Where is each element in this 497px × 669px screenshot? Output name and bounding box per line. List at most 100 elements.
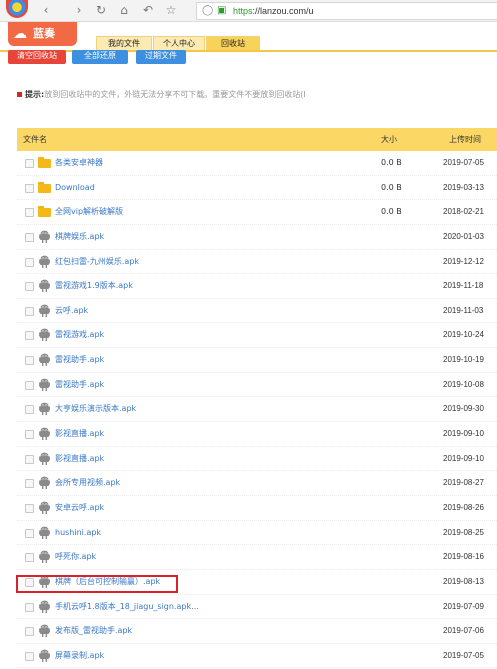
file-name-link[interactable]: 棋牌娱乐.apk	[55, 225, 104, 249]
file-name-link[interactable]: 发布版_雷视助手.apk	[55, 619, 132, 643]
star-icon[interactable]: ☆	[164, 3, 178, 17]
table-row[interactable]: 雷视助手.apk 2019-10-19	[17, 348, 497, 373]
row-checkbox[interactable]	[25, 553, 34, 563]
android-icon	[39, 624, 50, 638]
upload-date: 2019-07-09	[443, 601, 484, 611]
android-icon	[39, 452, 50, 465]
row-checkbox[interactable]	[25, 454, 34, 464]
cloud-icon: ☁	[13, 26, 27, 42]
file-name-link[interactable]: 雷视游戏1.9版本.apk	[55, 274, 133, 298]
android-icon	[39, 230, 50, 243]
row-checkbox[interactable]	[25, 356, 34, 366]
expired-files-button[interactable]: 过期文件	[136, 50, 186, 64]
file-name-link[interactable]: 安卓云呼.apk	[55, 496, 104, 520]
table-row[interactable]: 全网vip解析破解版 0.0 B 2018-02-21	[17, 200, 497, 225]
table-row[interactable]: 手机云呼1.8版本_18_jiagu_sign.apk... 2019-07-09	[17, 595, 497, 620]
row-checkbox[interactable]	[25, 405, 34, 415]
android-icon	[39, 353, 50, 367]
address-bar[interactable]: ◯ ▣ https://lanzou.com/u	[196, 2, 497, 20]
upload-date: 2019-03-13	[443, 182, 484, 192]
row-checkbox[interactable]	[25, 208, 34, 218]
file-name-link[interactable]: 云呼.apk	[55, 299, 88, 323]
table-row[interactable]: 影视直播.apk 2019-09-10	[17, 447, 497, 472]
folder-icon	[38, 156, 51, 169]
row-checkbox[interactable]	[25, 232, 34, 242]
file-name-link[interactable]: 手机云呼1.8版本_18_jiagu_sign.apk...	[55, 595, 199, 619]
refresh-icon[interactable]: ↻	[94, 3, 108, 17]
file-name-link[interactable]: 雷视助手.apk	[55, 373, 104, 397]
upload-date: 2019-11-18	[443, 281, 484, 291]
column-header-name[interactable]: 文件名	[23, 128, 47, 151]
table-row[interactable]: 红包扫雷-九州娱乐.apk 2019-12-12	[17, 250, 497, 275]
home-icon[interactable]: ⌂	[117, 3, 131, 17]
row-checkbox[interactable]	[25, 183, 34, 193]
tip-marker-icon	[17, 92, 22, 97]
restore-all-button[interactable]: 全部还原	[72, 50, 128, 64]
file-name-link[interactable]: 会所专用视频.apk	[55, 471, 120, 495]
file-name-link[interactable]: 红包扫雷-九州娱乐.apk	[55, 250, 139, 274]
table-row[interactable]: 雷视游戏1.9版本.apk 2019-11-18	[17, 274, 497, 299]
table-row[interactable]: 安卓云呼.apk 2019-08-26	[17, 496, 497, 521]
column-header-size[interactable]: 大小	[381, 128, 397, 151]
row-checkbox[interactable]	[25, 627, 34, 637]
row-checkbox[interactable]	[25, 430, 34, 440]
empty-recycle-bin-button[interactable]: 清空回收站	[8, 50, 66, 64]
table-row[interactable]: 棋牌娱乐.apk 2020-01-03	[17, 225, 497, 250]
row-checkbox[interactable]	[25, 503, 34, 513]
row-checkbox[interactable]	[25, 257, 34, 267]
table-row[interactable]: 大亨娱乐演示版本.apk 2019-09-30	[17, 397, 497, 423]
file-name-link[interactable]: 全网vip解析破解版	[55, 200, 123, 224]
column-header-date[interactable]: 上传时间	[449, 128, 481, 151]
undo-icon[interactable]: ↶	[141, 3, 155, 17]
android-icon	[39, 304, 50, 317]
file-name-link[interactable]: 影视直播.apk	[55, 447, 104, 471]
android-icon	[39, 501, 50, 514]
row-checkbox[interactable]	[25, 159, 34, 168]
tab-recycle-bin[interactable]: 回收站	[206, 36, 260, 51]
file-name-link[interactable]: 雷视游戏.apk	[55, 323, 104, 347]
file-name-link[interactable]: 雷视助手.apk	[55, 348, 104, 372]
table-row[interactable]: 屏幕录制.apk 2019-07-05	[17, 644, 497, 669]
file-size: 0.0 B	[381, 158, 402, 167]
file-name-link[interactable]: 各类安卓神器	[55, 151, 103, 175]
upload-date: 2019-08-13	[443, 576, 484, 586]
row-checkbox[interactable]	[25, 282, 34, 292]
table-row[interactable]: hushini.apk 2019-08-25	[17, 521, 497, 546]
file-size: 0.0 B	[381, 182, 402, 192]
row-checkbox[interactable]	[25, 602, 34, 612]
tab-my-files[interactable]: 我的文件	[96, 36, 152, 51]
table-row[interactable]: 影视直播.apk 2019-09-10	[17, 422, 497, 447]
table-row[interactable]: 发布版_雷视助手.apk 2019-07-06	[17, 619, 497, 644]
android-icon	[39, 279, 50, 293]
table-row[interactable]: 雷视助手.apk 2019-10-08	[17, 373, 497, 398]
row-checkbox[interactable]	[25, 651, 34, 661]
upload-date: 2019-08-27	[443, 478, 484, 488]
row-checkbox[interactable]	[25, 306, 34, 316]
highlight-annotation-box	[16, 575, 178, 593]
row-checkbox[interactable]	[25, 528, 34, 538]
brand-logo[interactable]: ☁ 蓝奏	[8, 22, 77, 46]
table-row[interactable]: Download 0.0 B 2019-03-13	[17, 176, 497, 201]
row-checkbox[interactable]	[25, 380, 34, 390]
table-row[interactable]: 呼死你.apk 2019-08-16	[17, 545, 497, 570]
file-name-link[interactable]: 影视直播.apk	[55, 422, 104, 446]
table-row[interactable]: 会所专用视频.apk 2019-08-27	[17, 471, 497, 496]
row-checkbox[interactable]	[25, 331, 34, 341]
shield-icon: ◯	[202, 5, 214, 16]
tab-user-center[interactable]: 个人中心	[153, 36, 205, 51]
back-icon[interactable]: ‹	[39, 3, 53, 17]
upload-date: 2019-10-24	[443, 330, 484, 340]
table-row[interactable]: 雷视游戏.apk 2019-10-24	[17, 323, 497, 349]
tip-notice: 提示:放到回收站中的文件，外链无法分享不可下载。重要文件不要放到回收站(I	[17, 89, 306, 101]
file-name-link[interactable]: hushini.apk	[55, 521, 101, 545]
android-icon	[39, 378, 50, 391]
file-name-link[interactable]: 大亨娱乐演示版本.apk	[55, 397, 136, 421]
lock-icon: ▣	[217, 5, 227, 16]
forward-icon[interactable]: ›	[72, 3, 86, 17]
file-name-link[interactable]: 屏幕录制.apk	[55, 644, 104, 668]
table-row[interactable]: 各类安卓神器 0.0 B 2019-07-05	[17, 151, 497, 176]
file-name-link[interactable]: 呼死你.apk	[55, 545, 96, 569]
row-checkbox[interactable]	[25, 479, 34, 489]
table-row[interactable]: 云呼.apk 2019-11-03	[17, 299, 497, 324]
file-name-link[interactable]: Download	[55, 176, 95, 200]
